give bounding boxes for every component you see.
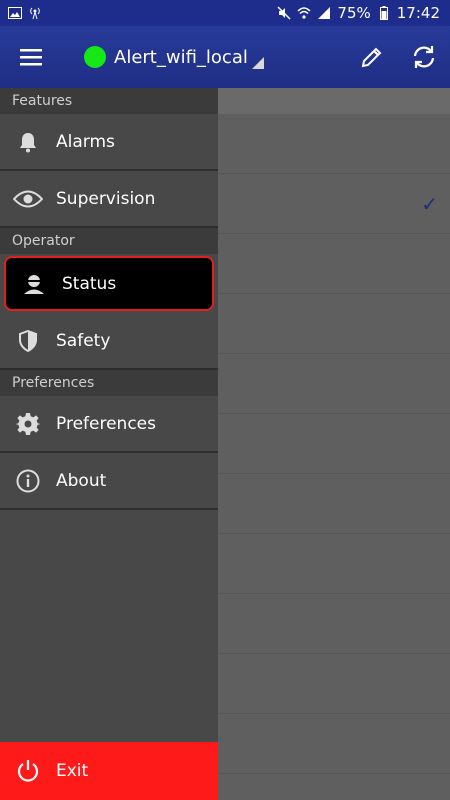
list-item[interactable] [218,234,450,294]
dropdown-caret-icon [251,57,264,69]
exit-button[interactable]: Exit [0,742,218,800]
user-icon [6,273,62,295]
section-header-operator: Operator [0,228,218,254]
list-item[interactable] [218,474,450,534]
background-content: ✓ [218,88,450,800]
edit-button[interactable] [346,26,398,88]
connection-selector[interactable]: Alert_wifi_local [84,45,264,69]
section-header-features: Features [0,88,218,114]
drawer-item-alarms[interactable]: Alarms [0,114,218,171]
navigation-drawer: Features Alarms Supervision Operator Sta… [0,88,218,800]
signal-icon [317,6,331,20]
status-bar: 75% 17:42 [0,0,450,26]
connection-status-dot [84,46,106,68]
drawer-item-preferences[interactable]: Preferences [0,396,218,453]
battery-icon [377,6,391,20]
radio-tower-icon [28,6,42,20]
list-item[interactable] [218,594,450,654]
clock: 17:42 [396,4,440,22]
list-item[interactable] [218,114,450,174]
refresh-icon [413,46,435,68]
power-icon [0,759,56,783]
content-header [218,88,450,114]
mute-icon [277,6,291,20]
wifi-icon [297,6,311,20]
battery-percent: 75% [337,4,371,22]
gear-icon [0,412,56,436]
section-header-preferences: Preferences [0,370,218,396]
drawer-item-label: Safety [56,330,111,351]
app-bar: Alert_wifi_local [0,26,450,88]
list-item[interactable] [218,714,450,774]
drawer-item-label: Preferences [56,413,156,434]
list-item[interactable] [218,534,450,594]
connection-name: Alert_wifi_local [114,46,248,68]
drawer-item-supervision[interactable]: Supervision [0,171,218,228]
drawer-item-label: About [56,470,107,491]
drawer-item-label: Alarms [56,131,115,152]
drawer-item-status[interactable]: Status [4,256,214,311]
info-icon [0,469,56,493]
list-item[interactable] [218,294,450,354]
list-item[interactable] [218,654,450,714]
drawer-item-safety[interactable]: Safety [0,313,218,370]
menu-button[interactable] [0,26,62,88]
bell-icon [0,131,56,153]
list-item[interactable] [218,354,450,414]
drawer-item-label: Status [62,273,117,294]
image-icon [8,6,22,20]
list-item[interactable] [218,414,450,474]
exit-label: Exit [56,761,89,781]
refresh-button[interactable] [398,26,450,88]
drawer-item-label: Supervision [56,188,156,209]
drawer-item-about[interactable]: About [0,453,218,510]
list-item[interactable]: ✓ [218,174,450,234]
hamburger-icon [20,49,42,66]
shield-icon [0,329,56,352]
pencil-icon [361,47,382,68]
eye-icon [0,190,56,208]
checkmark-icon: ✓ [421,192,438,216]
